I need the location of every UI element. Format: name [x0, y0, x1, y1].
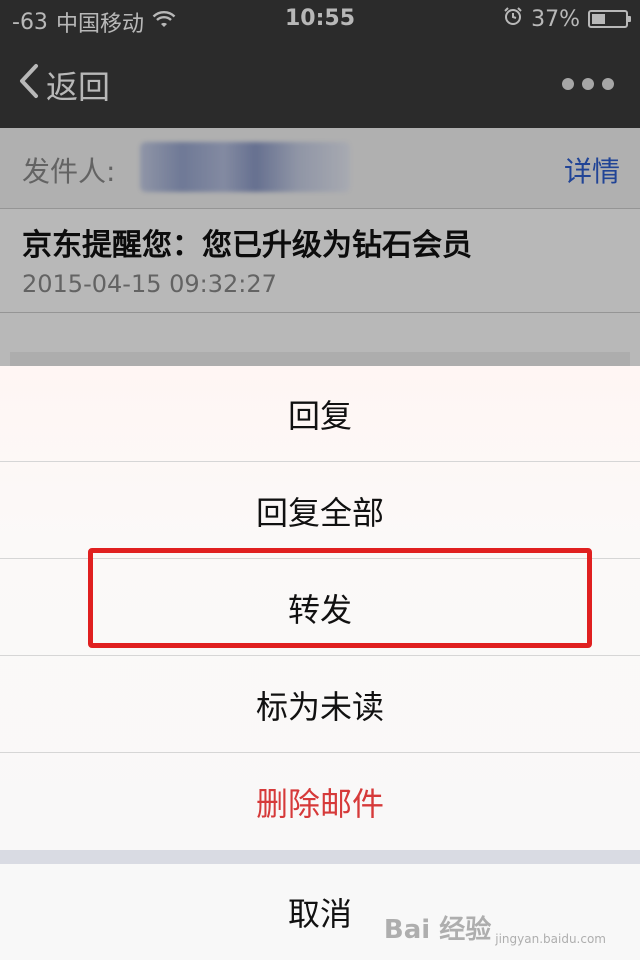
- forward-button[interactable]: 转发: [0, 560, 640, 656]
- baidu-jingyan-watermark: Bai 经验 jingyan.baidu.com: [384, 909, 606, 946]
- mark-unread-button[interactable]: 标为未读: [0, 657, 640, 753]
- watermark-logo: Bai 经验: [383, 915, 492, 945]
- reply-all-button[interactable]: 回复全部: [0, 463, 640, 559]
- watermark-url: jingyan.baidu.com: [495, 932, 606, 946]
- action-sheet: 回复 回复全部 转发 标为未读 删除邮件 取消: [0, 366, 640, 960]
- reply-button[interactable]: 回复: [0, 366, 640, 462]
- sheet-separator: [0, 850, 640, 864]
- screen: -63 中国移动 10:55 37% 返回 发件人: 详情 京东提醒您：您已升级…: [0, 0, 640, 960]
- delete-mail-button[interactable]: 删除邮件: [0, 754, 640, 850]
